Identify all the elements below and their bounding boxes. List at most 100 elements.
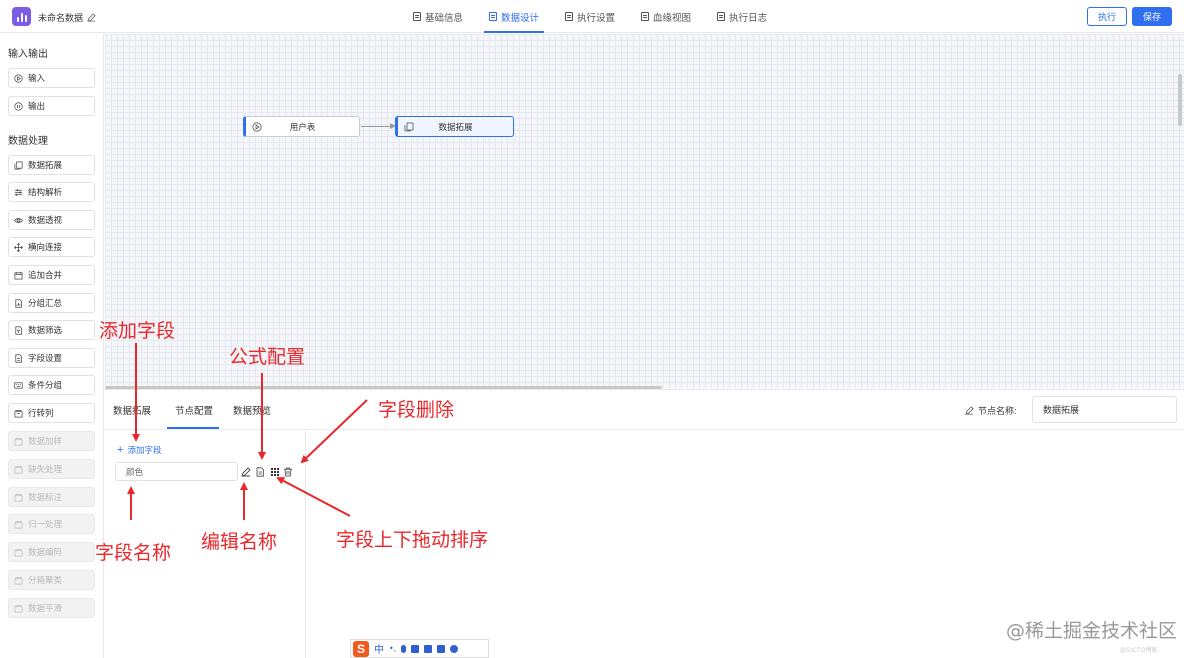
sidebar-item-disabled: 数据编码: [8, 542, 95, 562]
node-label: 数据拓展: [438, 121, 473, 132]
sidebar-item-label: 结构解析: [28, 187, 63, 197]
tab-node-config[interactable]: 节点配置: [159, 390, 227, 429]
node-name-label: 节点名称:: [978, 406, 1017, 416]
document-icon: [717, 12, 726, 21]
archive-icon: [14, 604, 23, 612]
tab-data-preview[interactable]: 数据预览: [227, 390, 279, 429]
sidebar-item-row-to-column[interactable]: 行转列: [8, 403, 95, 423]
move-icon: [14, 242, 23, 252]
toolbox-icon[interactable]: [437, 644, 446, 653]
main-tabs: 基础信息 数据设计 执行设置 血缘视图 执行日志: [400, 0, 780, 33]
document-icon: [641, 12, 650, 21]
archive-icon: [14, 520, 23, 528]
add-field-label: 添加字段: [127, 445, 162, 455]
archive-icon: [14, 437, 23, 445]
run-button[interactable]: 执行: [1087, 7, 1128, 26]
sidebar-item-label: 数据标注: [28, 492, 63, 502]
annotation-formula-config: 公式配置: [229, 346, 306, 368]
plus-icon: +: [117, 444, 124, 456]
sidebar-item-label: 数据拓展: [28, 160, 63, 170]
sidebar-item-label: 追加合并: [28, 270, 63, 280]
sidebar-item-structure-parse[interactable]: 结构解析: [8, 182, 95, 202]
annotation-add-field: 添加字段: [99, 320, 176, 342]
sliders-icon: [14, 188, 23, 196]
sidebar-item-disabled: 数据平滑: [8, 598, 95, 618]
annotation-delete-field: 字段删除: [378, 399, 455, 421]
sidebar-item-label: 缺失处理: [28, 464, 63, 474]
node-name-input[interactable]: [1032, 396, 1177, 423]
doc-title-area: 未命名数据: [38, 11, 96, 24]
sidebar-item-output[interactable]: 输出: [8, 96, 95, 116]
canvas-vertical-scrollbar[interactable]: [1178, 74, 1182, 126]
keyboard-icon: [14, 381, 23, 389]
node-label: 用户表: [289, 121, 316, 132]
annotation-edit-name: 编辑名称: [201, 531, 278, 553]
sidebar-item-group-summary[interactable]: 分组汇总: [8, 293, 95, 313]
add-field-button[interactable]: + 添加字段: [117, 444, 161, 456]
sidebar-item-disabled: 归一处理: [8, 514, 95, 534]
sidebar-item-label: 行转列: [28, 408, 54, 418]
sidebar-item-label: 字段设置: [28, 353, 63, 363]
archive-icon: [14, 576, 23, 584]
section-title-io: 输入输出: [8, 49, 48, 60]
app-logo-icon: [12, 7, 31, 26]
annotation-drag-sort: 字段上下拖动排序: [336, 529, 489, 551]
save-button[interactable]: 保存: [1132, 7, 1173, 26]
document-icon: [489, 12, 498, 21]
field-name-input[interactable]: [115, 462, 238, 481]
sidebar-item-field-settings[interactable]: 字段设置: [8, 348, 95, 368]
tab-data-design[interactable]: 数据设计: [476, 0, 552, 33]
annotation-field-name: 字段名称: [95, 542, 172, 564]
sidebar-item-data-extend[interactable]: 数据拓展: [8, 155, 95, 175]
flow-node-user-table[interactable]: 用户表: [243, 116, 360, 137]
tab-exec-log[interactable]: 执行日志: [704, 0, 780, 33]
tab-lineage-view[interactable]: 血缘视图: [628, 0, 704, 33]
sidebar-item-data-pivot[interactable]: 数据透视: [8, 210, 95, 230]
tab-panel-data-extend[interactable]: 数据拓展: [105, 390, 159, 429]
keyboard-icon[interactable]: [411, 644, 420, 653]
flow-node-data-extend[interactable]: 数据拓展: [395, 116, 514, 137]
sidebar-item-append-merge[interactable]: 追加合并: [8, 265, 95, 285]
skin-icon[interactable]: [424, 644, 433, 653]
sidebar-item-label: 数据透视: [28, 215, 63, 225]
node-name-label-area: 节点名称:: [965, 404, 1017, 417]
sidebar-item-disabled: 数据加样: [8, 431, 95, 451]
ime-lang-toggle[interactable]: 中: [374, 641, 384, 656]
sidebar-item-horizontal-join[interactable]: 横向连接: [8, 237, 95, 257]
sidebar-item-label: 数据加样: [28, 436, 63, 446]
tab-label: 数据设计: [501, 12, 540, 24]
flow-canvas[interactable]: 用户表 数据拓展: [105, 34, 1184, 388]
tab-exec-settings[interactable]: 执行设置: [552, 0, 628, 33]
archive-icon: [14, 409, 23, 417]
sidebar-item-input[interactable]: 输入: [8, 68, 95, 88]
tab-label: 执行设置: [577, 12, 616, 24]
mic-icon[interactable]: [401, 644, 407, 653]
delete-field-icon[interactable]: [283, 467, 293, 477]
sidebar-item-data-filter[interactable]: 数据筛选: [8, 320, 95, 340]
sidebar-item-label: 横向连接: [28, 242, 63, 252]
sidebar-item-label: 输入: [28, 73, 46, 83]
file-icon: [15, 353, 23, 363]
ime-logo[interactable]: S: [353, 640, 369, 657]
sidebar-item-disabled: 分箱聚类: [8, 570, 95, 590]
tab-label: 执行日志: [729, 12, 768, 24]
sidebar-item-disabled: 数据标注: [8, 487, 95, 507]
edit-name-icon[interactable]: [241, 467, 251, 477]
sidebar-item-label: 数据编码: [28, 547, 63, 557]
formula-config-icon[interactable]: [255, 467, 265, 477]
play-circle-icon: [252, 122, 262, 132]
edit-title-icon[interactable]: [87, 13, 96, 22]
watermark-text: @稀土掘金技术社区: [1006, 620, 1178, 642]
watermark-small: @51CTO博客: [1120, 648, 1158, 654]
panel-tabs: 数据拓展 节点配置 数据预览: [105, 390, 279, 429]
sidebar-item-condition-group[interactable]: 条件分组: [8, 375, 95, 395]
drag-handle-icon[interactable]: [270, 467, 280, 477]
tab-label: 血缘视图: [653, 12, 692, 24]
edit-icon: [965, 406, 974, 415]
pause-circle-icon: [14, 101, 23, 111]
flow-edge-arrow: [361, 123, 396, 129]
tab-basic-info[interactable]: 基础信息: [400, 0, 476, 33]
section-title-processing: 数据处理: [8, 136, 48, 147]
settings-icon[interactable]: [450, 644, 459, 653]
ime-punct-toggle[interactable]: •,: [389, 644, 396, 653]
